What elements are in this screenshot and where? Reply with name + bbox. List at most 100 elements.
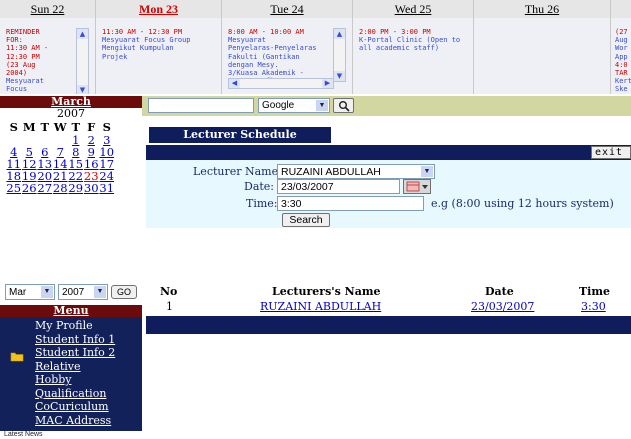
event-line: 2:00 PM - 3:00 PM [359, 28, 431, 36]
event-scrollbar[interactable]: ▲ ▼ [76, 28, 89, 94]
weekday: T [40, 120, 50, 134]
time-input[interactable]: 3:30 [277, 196, 424, 211]
folder-icon [10, 352, 24, 362]
calendar-day[interactable]: 31 [99, 182, 115, 194]
scroll-down-icon[interactable]: ▼ [334, 71, 345, 81]
scroll-up-icon[interactable]: ▲ [77, 29, 88, 39]
chevron-down-icon[interactable]: ▼ [94, 286, 106, 298]
event-scrollbar[interactable]: ▲ ▼ [333, 28, 346, 82]
search-toolbar: Google ▼ [142, 96, 631, 116]
time-hint: e.g (8:00 using 12 hours system) [431, 197, 614, 210]
search-input[interactable] [148, 98, 254, 113]
lecturer-label: Lecturer Name: [193, 165, 282, 178]
date-label: Date: [244, 180, 275, 193]
event-line: Ske [615, 85, 628, 94]
menu-item[interactable]: My Profile [35, 320, 93, 332]
search-button[interactable] [333, 98, 354, 113]
calendar-day[interactable]: 26 [22, 182, 38, 194]
lecturer-select-value: RUZAINI ABDULLAH [281, 166, 381, 178]
day-cell [474, 18, 611, 94]
schedule-header-bar [146, 145, 631, 160]
day-cell: 2:00 PM - 3:00 PM K-Portal Clinic (Open t… [353, 18, 474, 94]
row-time-link[interactable]: 3:30 [581, 300, 606, 314]
day-header[interactable]: Wed 25 [353, 0, 474, 18]
menu-item[interactable]: Hobby [35, 374, 72, 386]
event-hscrollbar[interactable]: ◀ ▶ [228, 78, 334, 89]
search-engine-select[interactable]: Google ▼ [258, 98, 330, 113]
calendar-day[interactable]: 27 [37, 182, 53, 194]
results-footer-bar [146, 316, 631, 334]
menu-item[interactable]: CoCuriculum [35, 401, 109, 413]
event-line: App [615, 52, 628, 61]
event-line: Projek [102, 52, 128, 61]
chevron-down-icon[interactable]: ▼ [316, 100, 328, 111]
calendar-day[interactable]: 25 [6, 182, 22, 194]
menu-item[interactable]: MAC Address [35, 414, 111, 427]
schedule-form: Lecturer Name: RUZAINI ABDULLAH ▼ Date: … [146, 160, 631, 228]
event-line: Wor [615, 44, 628, 53]
menu-item[interactable]: Qualification [35, 387, 106, 400]
day-header-today[interactable]: Mon 23 [96, 0, 222, 18]
date-input[interactable]: 23/03/2007 [277, 179, 400, 194]
day-cell: 8:00 AM - 10:00 AM Mesyuarat Penyelaras-Pe… [222, 18, 353, 94]
latest-news[interactable]: Latest News [0, 431, 146, 439]
calendar-day[interactable]: 29 [68, 182, 84, 194]
event-line: Mesyuarat [228, 36, 266, 45]
weekday: W [53, 120, 67, 134]
calendar-icon [406, 181, 428, 192]
event-line: REMINDER [6, 28, 40, 36]
event-line: Kert [615, 77, 631, 86]
day-header[interactable] [611, 0, 631, 18]
day-header[interactable]: Tue 24 [222, 0, 353, 18]
date-picker-button[interactable] [403, 179, 431, 194]
scroll-up-icon[interactable]: ▲ [334, 29, 345, 39]
exit-button[interactable]: exit [591, 146, 631, 159]
search-submit-button[interactable]: Search [282, 213, 330, 227]
chevron-down-icon[interactable]: ▼ [41, 286, 53, 298]
weekday: S [9, 120, 18, 134]
calendar-weekdays: SMTWTFS [6, 121, 115, 133]
event-line: 11:30 AM - 12:30 PM [102, 28, 183, 36]
menu-title[interactable]: Menu [0, 305, 142, 317]
chevron-down-icon[interactable]: ▼ [421, 166, 433, 177]
day-cell: 11:30 AM - 12:30 PM Mesyuarat Focus Group… [96, 18, 222, 94]
menu-panel: Menu My Profile Student Info 1 Student Inf… [0, 305, 146, 439]
event-text[interactable]: 8:00 AM - 10:00 AM Mesyuarat Penyelaras-Pe… [228, 28, 317, 85]
event-line: Mesyuarat Focus Group [102, 36, 191, 45]
tab-lecturer-schedule[interactable]: Lecturer Schedule [149, 127, 331, 143]
col-header-name: Lecturers's Name [272, 285, 381, 298]
month-select-value: Mar [9, 287, 27, 298]
search-engine-value: Google [262, 100, 295, 111]
scroll-left-icon[interactable]: ◀ [229, 79, 240, 88]
row-lecturer-link[interactable]: RUZAINI ABDULLAH [260, 300, 381, 314]
calendar-day[interactable]: 30 [84, 182, 100, 194]
calendar-day[interactable]: 28 [53, 182, 69, 194]
event-line: Fakulti (Gantikan [228, 52, 300, 61]
event-line: dengan Mesy. [228, 60, 279, 69]
event-line: 11:30 AM - [6, 44, 49, 53]
event-line: (27 [615, 28, 628, 36]
row-date-link[interactable]: 23/03/2007 [471, 300, 534, 314]
month-select[interactable]: Mar ▼ [5, 284, 55, 300]
event-line: all academic staff) [359, 44, 440, 53]
day-header[interactable]: Sun 22 [0, 0, 96, 18]
weekday: M [22, 120, 36, 134]
event-line: 2004) [6, 69, 28, 78]
event-text[interactable]: 2:00 PM - 3:00 PM K-Portal Clinic (Open t… [359, 28, 460, 53]
menu-item[interactable]: Student Info 2 [35, 347, 115, 359]
weekday: T [71, 120, 81, 134]
event-text[interactable]: 11:30 AM - 12:30 PM Mesyuarat Focus Group… [102, 28, 191, 61]
lecturer-select[interactable]: RUZAINI ABDULLAH ▼ [277, 164, 435, 179]
menu-item[interactable]: Relative [35, 360, 81, 373]
scroll-right-icon[interactable]: ▶ [322, 79, 333, 88]
calendar-week: 25262728293031 [6, 182, 115, 194]
event-text[interactable]: (27 Aug Wor App 4:0 TAR Kert Ske [615, 28, 631, 94]
year-select[interactable]: 2007 ▼ [58, 284, 108, 300]
menu-item[interactable]: Student Info 1 [35, 333, 115, 346]
scroll-down-icon[interactable]: ▼ [77, 85, 88, 94]
event-line: 4:0 [615, 60, 628, 69]
event-text[interactable]: REMINDER FOR: 11:30 AM -12:30 PM (23 Aug 200… [6, 28, 48, 94]
go-button[interactable]: GO [111, 285, 137, 299]
event-line: 3/Kuasa Akademik - [228, 69, 304, 78]
day-header[interactable]: Thu 26 [474, 0, 611, 18]
